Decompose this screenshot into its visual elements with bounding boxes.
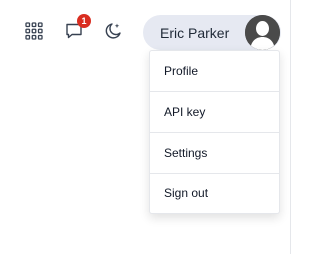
user-dropdown-menu: Profile API key Settings Sign out bbox=[149, 50, 280, 214]
menu-item-label: Settings bbox=[164, 146, 208, 160]
user-name: Eric Parker bbox=[160, 25, 230, 41]
avatar bbox=[245, 15, 280, 50]
menu-item-settings[interactable]: Settings bbox=[150, 133, 279, 173]
menu-item-profile[interactable]: Profile bbox=[150, 51, 279, 91]
menu-item-label: Profile bbox=[164, 64, 199, 78]
user-menu-button[interactable]: Eric Parker bbox=[143, 15, 281, 50]
menu-item-label: API key bbox=[164, 105, 206, 119]
grid-icon bbox=[25, 22, 43, 40]
messages-button[interactable]: 1 bbox=[61, 14, 91, 44]
messages-badge: 1 bbox=[77, 14, 91, 28]
theme-toggle-button[interactable] bbox=[100, 18, 126, 44]
panel-edge bbox=[290, 0, 291, 254]
avatar-silhouette-icon bbox=[245, 15, 280, 50]
menu-item-sign-out[interactable]: Sign out bbox=[150, 173, 279, 213]
menu-item-label: Sign out bbox=[164, 186, 209, 200]
menu-item-api-key[interactable]: API key bbox=[150, 92, 279, 132]
moon-icon bbox=[105, 23, 121, 39]
apps-grid-icon[interactable] bbox=[21, 18, 47, 44]
